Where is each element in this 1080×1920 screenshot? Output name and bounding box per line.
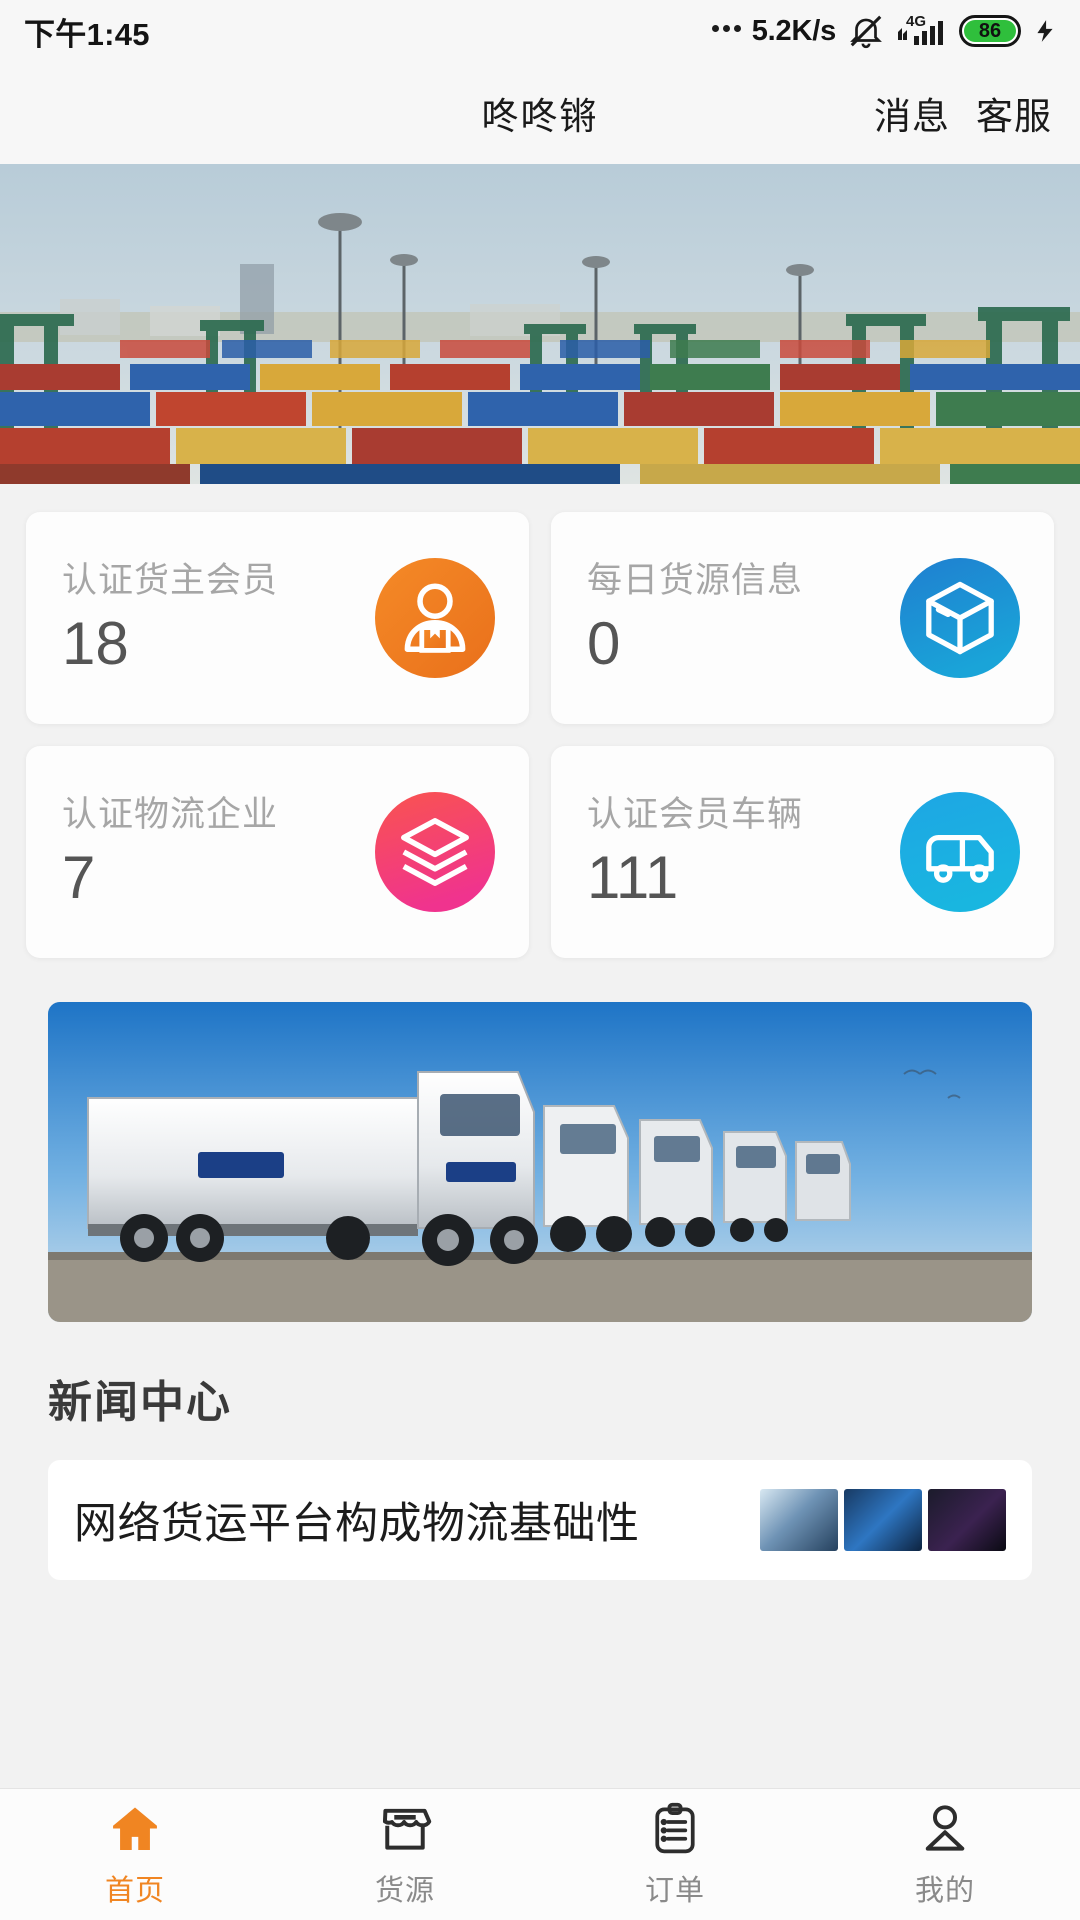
bottom-tab-bar: 首页 货源 订单 我的 xyxy=(0,1788,1080,1920)
truck-fleet-promo-image[interactable] xyxy=(48,1002,1032,1322)
svg-text:4G: 4G xyxy=(906,13,926,30)
stat-card-label: 每日货源信息 xyxy=(587,560,804,600)
promo-artwork xyxy=(48,1002,1032,1322)
header-actions: 消息 客服 xyxy=(874,86,1052,140)
stat-card-certified-logistics[interactable]: 认证物流企业 7 xyxy=(26,746,529,958)
truck-icon xyxy=(900,792,1020,912)
more-dots-icon xyxy=(711,25,741,37)
stat-card-daily-cargo[interactable]: 每日货源信息 0 xyxy=(551,512,1054,724)
stat-card-label: 认证物流企业 xyxy=(62,794,279,834)
tab-cargo-label: 货源 xyxy=(374,1874,435,1907)
stats-grid: 认证货主会员 18 每日货源信息 0 认证物流企业 7 认证会员车辆 111 xyxy=(0,484,1080,958)
shipper-member-icon xyxy=(375,558,495,678)
news-section-title: 新闻中心 xyxy=(48,1378,232,1427)
app-root: 下午1:45 5.2K/s 4G 86 咚咚锵 消息 客服 认证货主会员 18 … xyxy=(0,0,1080,1920)
stat-card-text: 每日货源信息 0 xyxy=(587,560,804,678)
app-header: 咚咚锵 消息 客服 xyxy=(0,62,1080,164)
tab-orders[interactable]: 订单 xyxy=(540,1789,810,1920)
news-list-item[interactable]: 网络货运平台构成物流基础性 xyxy=(48,1460,1032,1580)
stat-card-value: 18 xyxy=(62,610,129,678)
signal-4g-icon: 4G xyxy=(896,10,948,52)
stat-card-certified-shipper[interactable]: 认证货主会员 18 xyxy=(26,512,529,724)
status-bar: 下午1:45 5.2K/s 4G 86 xyxy=(0,0,1080,62)
stat-card-label: 认证货主会员 xyxy=(62,560,279,600)
clipboard-icon xyxy=(647,1801,703,1857)
home-icon xyxy=(107,1801,163,1857)
stat-card-text: 认证会员车辆 111 xyxy=(587,794,804,912)
battery-indicator: 86 xyxy=(959,15,1021,47)
news-item-title: 网络货运平台构成物流基础性 xyxy=(74,1500,640,1548)
stat-card-value: 7 xyxy=(62,844,96,912)
person-icon xyxy=(917,1801,973,1857)
layers-icon xyxy=(375,792,495,912)
tab-home-label: 首页 xyxy=(104,1874,165,1907)
stat-card-text: 认证物流企业 7 xyxy=(62,794,279,912)
stat-card-certified-vehicles[interactable]: 认证会员车辆 111 xyxy=(551,746,1054,958)
network-speed-label: 5.2K/s xyxy=(751,14,836,47)
bell-muted-icon xyxy=(847,11,885,51)
stat-card-value: 0 xyxy=(587,610,621,678)
store-icon xyxy=(377,1801,433,1857)
stat-card-value: 111 xyxy=(587,844,679,912)
customer-service-link[interactable]: 客服 xyxy=(976,86,1052,140)
messages-link[interactable]: 消息 xyxy=(874,86,950,140)
status-bar-indicators: 5.2K/s 4G 86 xyxy=(711,10,1058,52)
tab-profile[interactable]: 我的 xyxy=(810,1789,1080,1920)
news-thumb-2 xyxy=(844,1489,922,1551)
tab-cargo[interactable]: 货源 xyxy=(270,1789,540,1920)
charging-bolt-icon xyxy=(1032,11,1058,51)
tab-orders-label: 订单 xyxy=(644,1874,705,1907)
news-item-thumbnails xyxy=(760,1489,1006,1551)
news-thumb-3 xyxy=(928,1489,1006,1551)
battery-level-label: 86 xyxy=(978,19,1002,42)
cargo-box-icon xyxy=(900,558,1020,678)
status-bar-time: 下午1:45 xyxy=(24,16,150,52)
tab-home[interactable]: 首页 xyxy=(0,1789,270,1920)
news-thumb-1 xyxy=(760,1489,838,1551)
port-container-yard-banner[interactable] xyxy=(0,164,1080,484)
banner-artwork xyxy=(0,164,1080,484)
stat-card-label: 认证会员车辆 xyxy=(587,794,804,834)
tab-profile-label: 我的 xyxy=(914,1874,975,1907)
stat-card-text: 认证货主会员 18 xyxy=(62,560,279,678)
